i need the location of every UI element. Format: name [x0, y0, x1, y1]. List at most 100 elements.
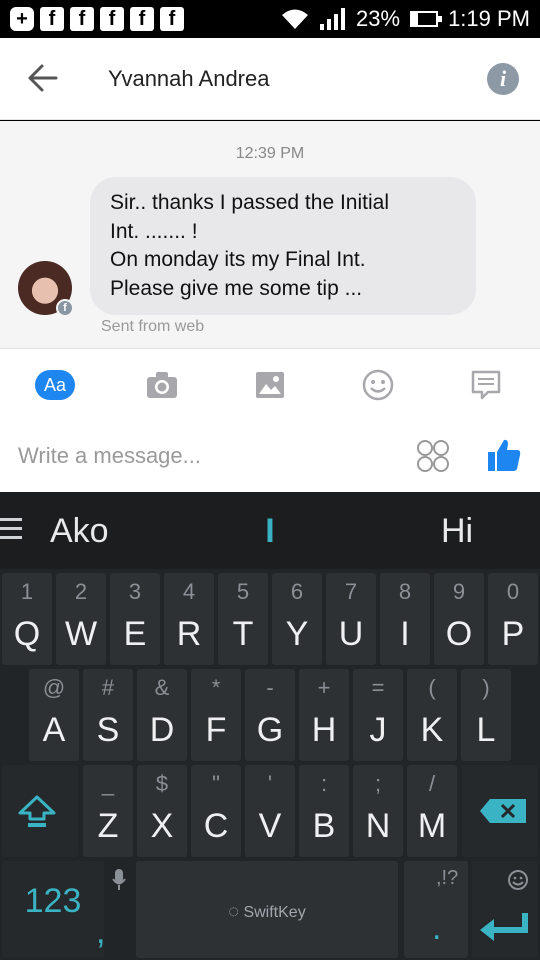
key-label: C — [203, 807, 229, 845]
enter-arrow-icon — [480, 913, 528, 941]
key-alt: & — [154, 675, 170, 700]
quick-reply-button[interactable] — [467, 367, 505, 403]
space-key[interactable]: ◌ SwiftKey — [136, 861, 398, 958]
key-label: W — [64, 615, 98, 653]
message-line: Sir.. thanks I passed the Initial — [110, 191, 389, 214]
suggestion-center[interactable]: I — [262, 512, 278, 551]
key-alt: 3 — [128, 579, 142, 604]
key-label: Z — [97, 807, 119, 845]
key-q[interactable]: 1Q — [2, 573, 52, 665]
emoji-button[interactable] — [359, 367, 397, 403]
composer-toolbar: Aa — [0, 367, 540, 403]
key-label: X — [150, 807, 174, 845]
key-w[interactable]: 2W — [56, 573, 106, 665]
message-timestamp: 12:39 PM — [235, 145, 305, 162]
key-alt: 4 — [182, 579, 196, 604]
shift-key[interactable] — [2, 765, 78, 857]
numbers-key-label: 123 — [24, 882, 82, 920]
key-u[interactable]: 7U — [326, 573, 376, 665]
status-bar: + f f f f f 23% 1:19 PM — [0, 0, 540, 38]
key-a[interactable]: @ A — [29, 669, 79, 761]
key-o[interactable]: 9O — [434, 573, 484, 665]
key-label: B — [312, 807, 336, 845]
camera-icon — [147, 372, 177, 398]
key-label: I — [400, 615, 410, 653]
key-x[interactable]: $ X — [137, 765, 187, 857]
key-y[interactable]: 6Y — [272, 573, 322, 665]
suggestion-right[interactable]: Hi — [441, 512, 473, 551]
key-s[interactable]: # S — [83, 669, 133, 761]
signal-icon — [320, 8, 346, 30]
gallery-button[interactable] — [251, 367, 289, 403]
key-label: U — [338, 615, 364, 653]
message-thread[interactable]: 12:39 PM Sir.. thanks I passed the Initi… — [0, 121, 540, 348]
key-n[interactable]: ; N — [353, 765, 403, 857]
key-h[interactable]: + H — [299, 669, 349, 761]
key-b[interactable]: :B — [299, 765, 349, 857]
key-c[interactable]: " C — [191, 765, 241, 857]
chat-icon — [471, 370, 501, 400]
key-alt: $ — [155, 771, 169, 796]
key-e[interactable]: 3E — [110, 573, 160, 665]
info-icon[interactable]: i — [487, 63, 519, 95]
key-label: F — [205, 711, 227, 749]
key-j[interactable]: = J — [353, 669, 403, 761]
status-right: 23% 1:19 PM — [280, 5, 530, 33]
facebook-badge-icon: f — [56, 299, 74, 317]
thumbs-up-icon[interactable] — [486, 437, 522, 473]
message-line: Please give me some tip ... — [110, 276, 363, 300]
avatar[interactable]: f — [18, 261, 74, 317]
key-v[interactable]: ' V — [245, 765, 295, 857]
facebook-icon: f — [130, 7, 154, 31]
space-brand-label: SwiftKey — [243, 904, 306, 921]
key-alt: 5 — [236, 579, 250, 604]
enter-key[interactable] — [472, 861, 538, 958]
key-label: H — [311, 711, 337, 749]
shift-icon — [18, 795, 56, 827]
battery-icon — [410, 11, 443, 27]
key-l[interactable]: ) L — [461, 669, 511, 761]
menu-icon[interactable] — [0, 518, 22, 540]
wifi-icon — [282, 9, 309, 29]
text-mode-button[interactable]: Aa — [35, 367, 75, 403]
key-d[interactable]: & D — [137, 669, 187, 761]
key-alt: 1 — [20, 579, 34, 604]
key-label: O — [445, 615, 473, 653]
punct-hint: ,!? — [436, 867, 459, 889]
sticker-icon[interactable] — [416, 439, 450, 473]
message-input[interactable] — [18, 441, 398, 471]
comma-key[interactable] — [110, 861, 130, 958]
key-label: K — [420, 711, 444, 749]
key-alt: : — [320, 771, 328, 796]
key-r[interactable]: 4R — [164, 573, 214, 665]
key-z[interactable]: _ Z — [83, 765, 133, 857]
facebook-icon: f — [40, 7, 64, 31]
key-label: E — [123, 615, 147, 653]
back-arrow-icon[interactable] — [26, 60, 60, 96]
key-p[interactable]: 0P — [488, 573, 538, 665]
backspace-key[interactable] — [462, 765, 538, 857]
smiley-icon — [362, 369, 394, 401]
key-alt: / — [428, 771, 436, 796]
key-i[interactable]: 8I — [380, 573, 430, 665]
conversation-header: Yvannah Andrea i — [0, 38, 540, 120]
image-icon — [256, 372, 284, 398]
key-g[interactable]: -G — [245, 669, 295, 761]
key-label: D — [149, 711, 175, 749]
key-label: P — [501, 615, 525, 653]
camera-button[interactable] — [143, 367, 181, 403]
composer: Aa — [0, 348, 540, 492]
plus-icon: + — [10, 7, 34, 31]
numbers-key[interactable]: 123 , — [2, 861, 105, 958]
period-key[interactable]: ,!? . — [404, 861, 468, 958]
message-bubble[interactable]: Sir.. thanks I passed the Initial Int. .… — [90, 177, 476, 315]
key-label: J — [369, 711, 387, 749]
key-k[interactable]: (K — [407, 669, 457, 761]
period-label: . — [432, 909, 442, 947]
key-alt: + — [317, 675, 331, 700]
key-f[interactable]: * F — [191, 669, 241, 761]
suggestion-left[interactable]: Ako — [50, 512, 109, 551]
contact-name[interactable]: Yvannah Andrea — [108, 66, 269, 92]
key-m[interactable]: / M — [407, 765, 457, 857]
key-t[interactable]: 5T — [218, 573, 268, 665]
